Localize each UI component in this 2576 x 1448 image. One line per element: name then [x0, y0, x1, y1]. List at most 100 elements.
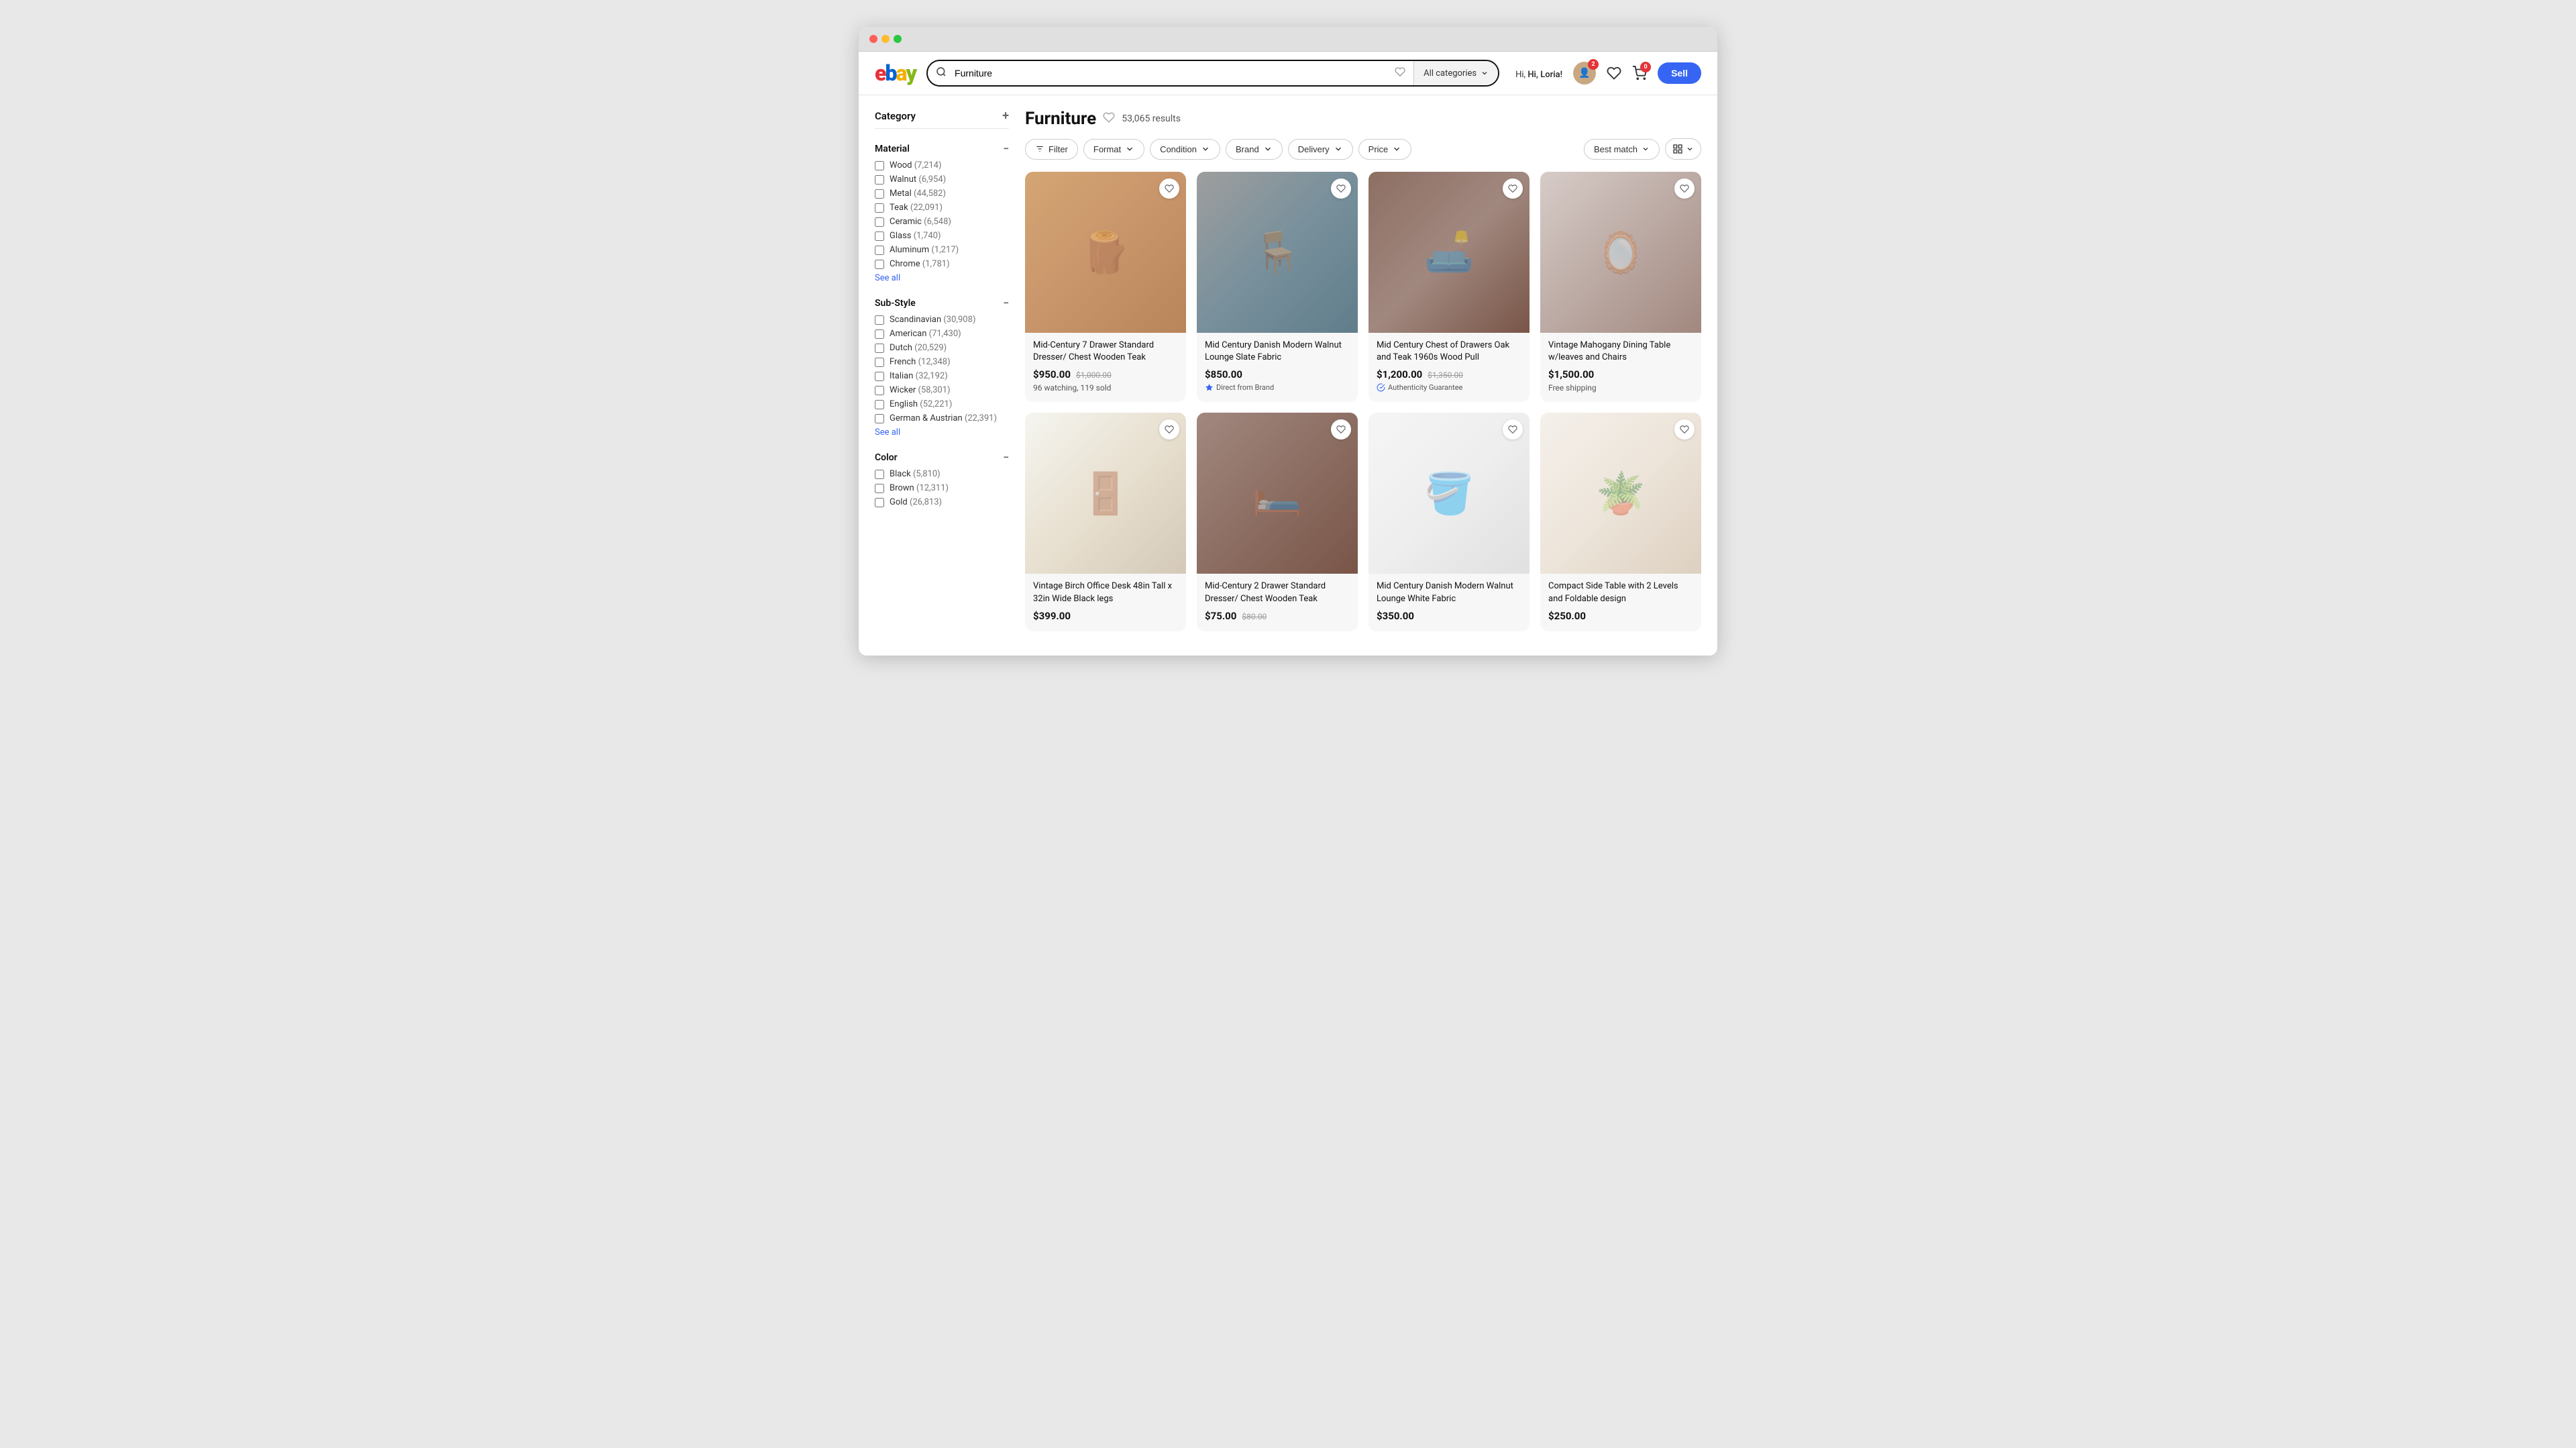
substyle-item-label: English (52,221): [890, 399, 952, 409]
filter-button[interactable]: Filter: [1025, 139, 1078, 160]
product-card[interactable]: 🪴 Compact Side Table with 2 Levels and F…: [1540, 413, 1701, 631]
product-price-wrap: $75.00 $80.00: [1205, 609, 1350, 622]
substyle-checkbox[interactable]: [875, 358, 884, 367]
close-dot[interactable]: [869, 35, 877, 43]
content: Category + Material − Wood (7,214)Walnut…: [859, 95, 1717, 645]
product-extra: 96 watching, 119 sold: [1033, 383, 1178, 393]
substyle-item[interactable]: Wicker (58,301): [875, 385, 1009, 395]
product-card[interactable]: 🪵 Mid-Century 7 Drawer Standard Dresser/…: [1025, 172, 1186, 402]
maximize-dot[interactable]: [894, 35, 902, 43]
material-item[interactable]: Teak (22,091): [875, 203, 1009, 213]
product-original-price: $80.00: [1242, 612, 1267, 621]
price-filter[interactable]: Price: [1358, 139, 1412, 160]
color-checkbox[interactable]: [875, 498, 884, 507]
material-item-label: Wood (7,214): [890, 160, 942, 170]
substyle-checkbox[interactable]: [875, 372, 884, 381]
product-heart-button[interactable]: [1331, 178, 1351, 199]
sell-button[interactable]: Sell: [1658, 62, 1701, 84]
product-price: $399.00: [1033, 610, 1071, 622]
product-image-placeholder: 🛏️: [1197, 413, 1358, 574]
product-price-wrap: $950.00 $1,000.00: [1033, 368, 1178, 380]
color-item[interactable]: Black (5,810): [875, 469, 1009, 479]
material-checkbox[interactable]: [875, 203, 884, 213]
substyle-item[interactable]: English (52,221): [875, 399, 1009, 409]
product-price: $850.00: [1205, 368, 1242, 380]
header: ebay All categories: [859, 52, 1717, 95]
search-save-icon[interactable]: [1387, 66, 1413, 80]
substyle-see-all[interactable]: See all: [875, 427, 1009, 437]
material-toggle[interactable]: −: [1003, 142, 1009, 155]
condition-filter[interactable]: Condition: [1150, 139, 1220, 160]
product-heart-button[interactable]: [1159, 178, 1179, 199]
user-avatar-wrap[interactable]: 👤 2: [1573, 62, 1596, 85]
material-item[interactable]: Wood (7,214): [875, 160, 1009, 170]
product-card[interactable]: 🚪 Vintage Birch Office Desk 48in Tall x …: [1025, 413, 1186, 631]
material-checkbox[interactable]: [875, 189, 884, 199]
material-item[interactable]: Glass (1,740): [875, 231, 1009, 241]
minimize-dot[interactable]: [881, 35, 890, 43]
color-toggle[interactable]: −: [1003, 451, 1009, 464]
color-item[interactable]: Brown (12,311): [875, 483, 1009, 493]
format-filter[interactable]: Format: [1083, 139, 1144, 160]
material-item[interactable]: Ceramic (6,548): [875, 217, 1009, 227]
cart-icon[interactable]: 0: [1632, 66, 1647, 81]
hi-user-text: Hi, Hi, Loria!: [1515, 67, 1562, 80]
material-see-all[interactable]: See all: [875, 273, 1009, 283]
substyle-item[interactable]: Dutch (20,529): [875, 343, 1009, 353]
direct-brand-badge: Direct from Brand: [1205, 383, 1350, 392]
product-heart-button[interactable]: [1674, 178, 1695, 199]
main-content: Furniture 53,065 results Filter: [1025, 109, 1701, 631]
material-item[interactable]: Chrome (1,781): [875, 259, 1009, 269]
product-image: 🪑: [1197, 172, 1358, 333]
substyle-item[interactable]: German & Austrian (22,391): [875, 413, 1009, 423]
substyle-item[interactable]: Italian (32,192): [875, 371, 1009, 381]
material-item[interactable]: Walnut (6,954): [875, 174, 1009, 185]
material-checkbox[interactable]: [875, 217, 884, 227]
material-checkbox[interactable]: [875, 231, 884, 241]
material-checkbox[interactable]: [875, 246, 884, 255]
search-input[interactable]: [955, 68, 1387, 79]
material-item[interactable]: Metal (44,582): [875, 189, 1009, 199]
substyle-checkbox[interactable]: [875, 386, 884, 395]
category-toggle[interactable]: +: [1002, 109, 1009, 123]
color-item[interactable]: Gold (26,813): [875, 497, 1009, 507]
product-card[interactable]: 🪞 Vintage Mahogany Dining Table w/leaves…: [1540, 172, 1701, 402]
notification-badge: 2: [1588, 59, 1599, 70]
substyle-item[interactable]: French (12,348): [875, 357, 1009, 367]
logo-e: e: [875, 62, 885, 84]
material-item[interactable]: Aluminum (1,217): [875, 245, 1009, 255]
wishlist-icon[interactable]: [1607, 66, 1621, 81]
ebay-logo[interactable]: ebay: [875, 62, 916, 84]
material-item-label: Walnut (6,954): [890, 174, 946, 185]
substyle-checkbox[interactable]: [875, 400, 884, 409]
material-checkbox[interactable]: [875, 161, 884, 170]
product-card[interactable]: 🛏️ Mid-Century 2 Drawer Standard Dresser…: [1197, 413, 1358, 631]
product-heart-button[interactable]: [1503, 178, 1523, 199]
substyle-checkbox[interactable]: [875, 329, 884, 339]
product-card[interactable]: 🪑 Mid Century Danish Modern Walnut Loung…: [1197, 172, 1358, 402]
substyle-item-label: Dutch (20,529): [890, 343, 947, 353]
material-checkbox[interactable]: [875, 260, 884, 269]
substyle-checkbox[interactable]: [875, 344, 884, 353]
substyle-item[interactable]: Scandinavian (30,908): [875, 315, 1009, 325]
product-price: $75.00: [1205, 610, 1236, 622]
category-dropdown[interactable]: All categories: [1413, 61, 1498, 85]
save-search-icon[interactable]: [1103, 111, 1115, 127]
product-price: $1,500.00: [1548, 368, 1594, 380]
sort-wrap: Best match: [1584, 138, 1701, 160]
delivery-filter[interactable]: Delivery: [1288, 139, 1353, 160]
substyle-checkbox[interactable]: [875, 414, 884, 423]
substyle-item[interactable]: American (71,430): [875, 329, 1009, 339]
color-checkbox[interactable]: [875, 470, 884, 479]
product-card[interactable]: 🛋️ Mid Century Chest of Drawers Oak and …: [1368, 172, 1529, 402]
brand-filter[interactable]: Brand: [1226, 139, 1283, 160]
substyle-checkbox[interactable]: [875, 315, 884, 325]
substyle-toggle[interactable]: −: [1003, 297, 1009, 309]
sort-button[interactable]: Best match: [1584, 139, 1660, 160]
color-item-label: Brown (12,311): [890, 483, 949, 493]
material-checkbox[interactable]: [875, 175, 884, 185]
grid-view-button[interactable]: [1665, 138, 1701, 160]
color-checkbox[interactable]: [875, 484, 884, 493]
product-card[interactable]: 🪣 Mid Century Danish Modern Walnut Loung…: [1368, 413, 1529, 631]
product-name: Mid-Century 2 Drawer Standard Dresser/ C…: [1205, 580, 1350, 605]
